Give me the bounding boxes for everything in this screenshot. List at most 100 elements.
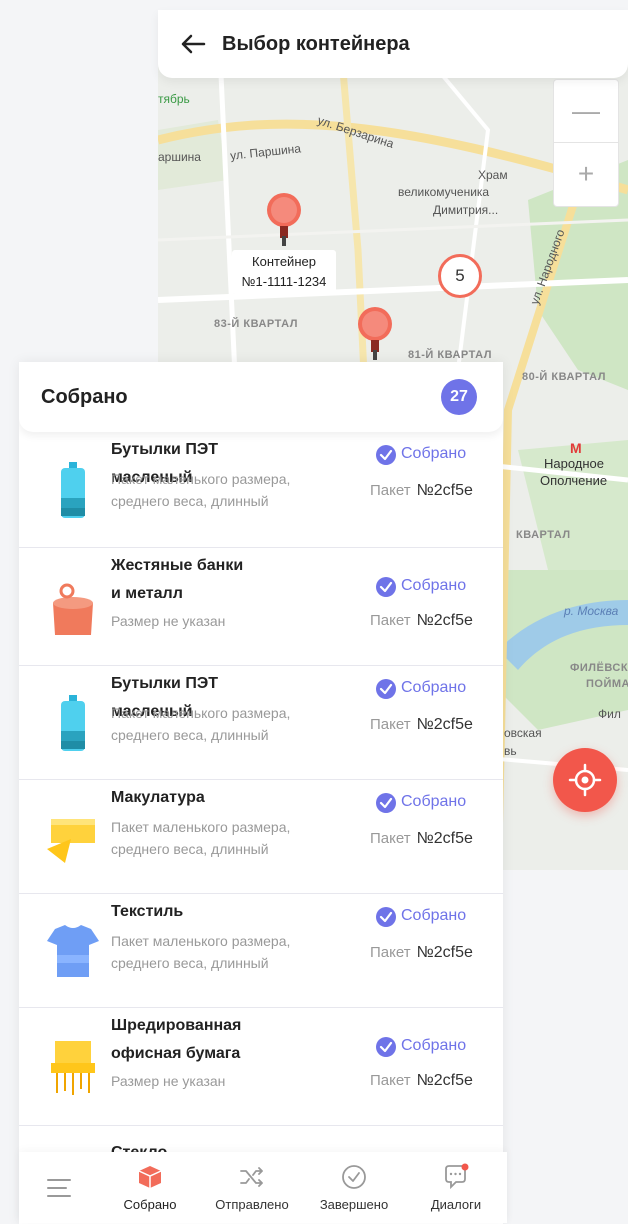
map-pin-icon xyxy=(267,193,301,246)
collected-panel: Собрано 27 Бутылки ПЭТ масленый Пакет мал… xyxy=(19,362,503,1224)
item-subtitle: Размер не указан xyxy=(111,610,331,632)
tab-dialogs[interactable]: Диалоги xyxy=(405,1152,507,1223)
item-subtitle: Размер не указан xyxy=(111,1070,331,1092)
locate-button[interactable] xyxy=(553,748,617,812)
shuffle-icon xyxy=(238,1163,266,1191)
pack-info: Пакет №2cf5e xyxy=(370,1072,473,1090)
item-subtitle: Пакет маленького размера, среднего веса, … xyxy=(111,702,331,746)
tab-label: Собрано xyxy=(123,1197,177,1212)
check-badge-icon xyxy=(375,576,396,597)
item-subtitle-line: Размер не указан xyxy=(111,1073,226,1089)
map-label-metro-station: Ополчение xyxy=(540,473,608,488)
item-title-line: и металл xyxy=(111,585,183,602)
map-label-quarter: 83-Й КВАРТАЛ xyxy=(214,318,298,330)
map-label-poi: Димитрия... xyxy=(433,203,499,217)
pet-bottle-icon xyxy=(41,691,105,755)
status-label: Собрано xyxy=(401,1037,467,1054)
status-badge: Собрано xyxy=(375,678,466,699)
page-title: Выбор контейнера xyxy=(222,32,410,55)
status-label: Собрано xyxy=(401,793,467,810)
chat-icon xyxy=(442,1163,470,1191)
item-title: Текстиль xyxy=(111,898,301,926)
pack-label: Пакет xyxy=(370,482,411,499)
map-label-metro-station: Народное xyxy=(544,456,605,471)
zoom-out-button[interactable]: — xyxy=(554,80,618,143)
pack-number: №2cf5e xyxy=(416,612,473,629)
list-item[interactable]: Макулатура Пакет маленького размера, средн… xyxy=(19,780,503,894)
status-badge: Собрано xyxy=(375,444,467,465)
status-label: Собрано xyxy=(401,577,467,594)
status-badge: Собрано xyxy=(375,576,467,597)
item-title-line: Жестяные банки xyxy=(111,557,244,574)
item-title: Макулатура xyxy=(111,784,301,812)
list-item[interactable]: Бутылки ПЭТ масленый Пакет маленького раз… xyxy=(19,432,503,548)
tab-collected[interactable]: Собрано xyxy=(99,1152,201,1223)
tab-completed[interactable]: Завершено xyxy=(303,1152,405,1223)
check-badge-icon xyxy=(375,792,396,813)
pack-info: Пакет №2cf5e xyxy=(370,612,473,630)
tab-sent[interactable]: Отправлено xyxy=(201,1152,303,1223)
map-label-river: р. Москва xyxy=(564,604,619,618)
pack-info: Пакет №2cf5e xyxy=(370,716,473,734)
item-subtitle-line: Пакет маленького размера, xyxy=(111,705,291,721)
target-icon xyxy=(568,763,602,797)
container-pin[interactable] xyxy=(355,306,395,367)
item-subtitle: Пакет маленького размера, среднего веса, … xyxy=(111,816,331,860)
check-badge-icon xyxy=(375,678,396,699)
list-item[interactable]: Текстиль Пакет маленького размера, среднег… xyxy=(19,894,503,1008)
item-subtitle: Пакет маленького размера, среднего веса, … xyxy=(111,930,331,974)
item-subtitle-line: Пакет маленького размера, xyxy=(111,933,291,949)
pack-number: №2cf5e xyxy=(416,482,473,499)
list-item[interactable]: Шредированная офисная бумага Размер не ука… xyxy=(19,1008,503,1126)
pet-bottle-icon xyxy=(41,458,105,522)
tab-label: Завершено xyxy=(319,1197,389,1212)
tin-can-icon xyxy=(41,575,105,639)
back-arrow-icon[interactable] xyxy=(178,29,208,59)
pack-number: №2cf5e xyxy=(416,1072,473,1089)
item-title-line: Макулатура xyxy=(111,789,205,806)
pack-label: Пакет xyxy=(370,944,411,961)
pack-info: Пакет №2cf5e xyxy=(370,482,473,500)
menu-icon xyxy=(47,1178,71,1197)
panel-header[interactable]: Собрано 27 xyxy=(19,362,503,432)
check-badge-icon xyxy=(375,906,396,927)
tshirt-icon xyxy=(41,919,105,983)
map-label-park: ПОЙМА xyxy=(586,678,628,690)
pack-info: Пакет №2cf5e xyxy=(370,830,473,848)
pin-label-title: Контейнер xyxy=(252,254,316,269)
map-label-quarter: КВАРТАЛ xyxy=(516,529,571,541)
map-label-street: Фил xyxy=(598,707,621,721)
item-title-line: Шредированная xyxy=(111,1017,242,1034)
items-list: Бутылки ПЭТ масленый Пакет маленького раз… xyxy=(19,432,503,1166)
list-item[interactable]: Жестяные банки и металл Размер не указан Со… xyxy=(19,548,503,666)
item-subtitle-line: Пакет маленького размера, xyxy=(111,471,291,487)
status-badge: Собрано xyxy=(375,792,467,813)
item-subtitle-line: среднего веса, длинный xyxy=(111,493,269,509)
pack-number: №2cf5e xyxy=(416,716,473,733)
item-title: Шредированная офисная бумага xyxy=(111,1012,301,1068)
item-title-line: офисная бумага xyxy=(111,1045,241,1062)
menu-button[interactable] xyxy=(19,1152,99,1223)
container-pin[interactable] xyxy=(264,192,304,253)
pack-label: Пакет xyxy=(370,830,411,847)
item-subtitle-line: Размер не указан xyxy=(111,613,226,629)
cluster-marker[interactable]: 5 xyxy=(438,254,482,298)
pack-label: Пакет xyxy=(370,716,411,733)
pack-label: Пакет xyxy=(370,612,411,629)
item-subtitle: Пакет маленького размера, среднего веса, … xyxy=(111,468,331,512)
item-title-line: Текстиль xyxy=(111,903,184,920)
shredded-paper-icon xyxy=(41,1035,105,1099)
map-label-metro: тябрь xyxy=(158,92,190,106)
status-badge: Собрано xyxy=(375,1036,467,1057)
list-item[interactable]: Бутылки ПЭТ масленый Пакет маленького раз… xyxy=(19,666,503,780)
pack-info: Пакет №2cf5e xyxy=(370,944,473,962)
item-subtitle-line: среднего веса, длинный xyxy=(111,955,269,971)
check-badge-icon xyxy=(375,444,396,465)
map-label-quarter: 81-Й КВАРТАЛ xyxy=(408,349,492,361)
zoom-in-button[interactable]: + xyxy=(554,143,618,205)
paper-stack-icon xyxy=(41,805,105,869)
status-label: Собрано xyxy=(401,445,467,462)
map-label-poi: великомученика xyxy=(398,185,490,199)
map-label-street: овская xyxy=(504,726,542,740)
item-subtitle-line: среднего веса, длинный xyxy=(111,841,269,857)
